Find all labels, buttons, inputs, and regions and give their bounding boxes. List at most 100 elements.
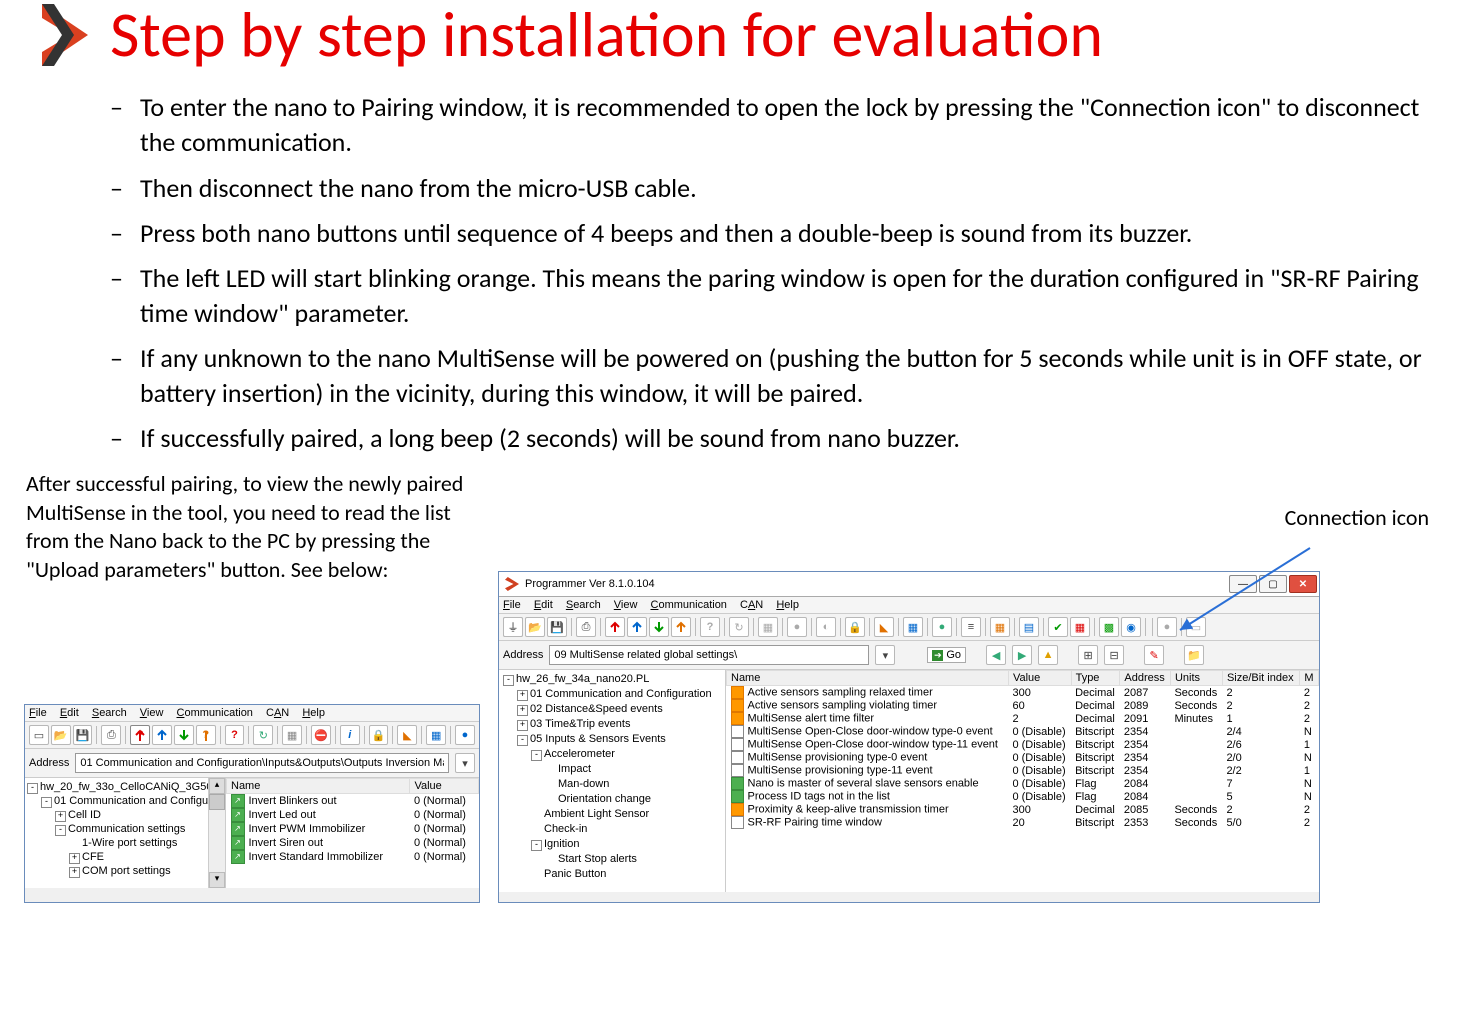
table-row[interactable]: Active sensors sampling relaxed timer300…: [727, 686, 1319, 700]
col-name[interactable]: Name: [227, 779, 410, 794]
toolbar-check-icon[interactable]: ✔: [1048, 617, 1068, 637]
go-button[interactable]: ➔ Go: [927, 647, 966, 663]
address-input[interactable]: [75, 753, 449, 773]
save-icon[interactable]: 💾: [547, 617, 567, 637]
table-row[interactable]: Process ID tags not in the list0 (Disabl…: [727, 790, 1319, 803]
scroll-up-icon[interactable]: ▴: [209, 778, 225, 794]
menu-can[interactable]: CAN: [266, 707, 289, 719]
col-size[interactable]: Size/Bit index: [1222, 671, 1299, 686]
nav-back-icon[interactable]: ◀: [986, 645, 1006, 665]
table-row[interactable]: ↗Invert Siren out0 (Normal): [227, 836, 479, 850]
menu-can[interactable]: CAN: [740, 599, 763, 611]
toolbar-icon[interactable]: ●: [932, 617, 952, 637]
table-row[interactable]: Active sensors sampling violating timer6…: [727, 699, 1319, 712]
col-type[interactable]: Type: [1071, 671, 1120, 686]
address-dropdown-icon[interactable]: ▾: [455, 753, 475, 773]
tree-node[interactable]: -Accelerometer: [503, 747, 721, 762]
tree-node[interactable]: Man-down: [503, 777, 721, 792]
help-icon[interactable]: ?: [225, 725, 245, 745]
col-value[interactable]: Value: [410, 779, 479, 794]
toolbar-icon[interactable]: ▤: [1019, 617, 1039, 637]
col-value[interactable]: Value: [1008, 671, 1071, 686]
table-row[interactable]: Nano is master of several slave sensors …: [727, 777, 1319, 790]
tree-node[interactable]: Check-in: [503, 822, 721, 837]
toolbar-icon[interactable]: ▦: [990, 617, 1010, 637]
menu-view[interactable]: View: [140, 707, 164, 719]
tree-node[interactable]: Impact: [503, 762, 721, 777]
tree-panel[interactable]: -hw_26_fw_34a_nano20.PL+01 Communication…: [499, 670, 726, 892]
folder-icon[interactable]: 📁: [1184, 645, 1204, 665]
toolbar-icon[interactable]: ⛔: [311, 725, 331, 745]
col-address[interactable]: Address: [1120, 671, 1171, 686]
menu-help[interactable]: Help: [302, 707, 325, 719]
tree-node[interactable]: -Communication settings: [27, 822, 223, 836]
menubar[interactable]: File Edit Search View Communication CAN …: [499, 597, 1319, 614]
download-green-icon[interactable]: [649, 617, 669, 637]
download-green-icon[interactable]: [174, 725, 194, 745]
tree-node[interactable]: +03 Time&Trip events: [503, 717, 721, 732]
toolbar-icon[interactable]: ◐: [816, 617, 836, 637]
close-button[interactable]: ✕: [1289, 575, 1317, 593]
print-icon[interactable]: ⎙: [576, 617, 596, 637]
tool-icon[interactable]: ✎: [1144, 645, 1164, 665]
upload-blue-icon[interactable]: [627, 617, 647, 637]
tree-node[interactable]: 1-Wire port settings: [27, 836, 223, 850]
open-icon[interactable]: 📂: [51, 725, 71, 745]
tree-node[interactable]: +Cell ID: [27, 808, 223, 822]
refresh-icon[interactable]: ↻: [253, 725, 273, 745]
open-icon[interactable]: 📂: [525, 617, 545, 637]
toolbar-icon[interactable]: ▭: [1186, 617, 1206, 637]
help-icon[interactable]: ?: [700, 617, 720, 637]
menu-comm[interactable]: Communication: [177, 707, 253, 719]
table-row[interactable]: MultiSense provisioning type-11 event0 (…: [727, 764, 1319, 777]
titlebar[interactable]: Programmer Ver 8.1.0.104 — ▢ ✕: [499, 572, 1319, 597]
toolbar-icon[interactable]: ▦: [903, 617, 923, 637]
lock-icon[interactable]: 🔒: [845, 617, 865, 637]
toolbar-icon[interactable]: ◣: [397, 725, 417, 745]
table-row[interactable]: MultiSense alert time filter2Decimal2091…: [727, 712, 1319, 725]
toolbar-icon[interactable]: ●: [787, 617, 807, 637]
minimize-button[interactable]: —: [1229, 575, 1257, 593]
tree-node[interactable]: +01 Communication and Configuration: [503, 687, 721, 702]
menu-help[interactable]: Help: [776, 599, 799, 611]
table-row[interactable]: SR-RF Pairing time window20Bitscript2353…: [727, 816, 1319, 829]
view-icon[interactable]: ⊞: [1078, 645, 1098, 665]
upload-orange-icon[interactable]: [671, 617, 691, 637]
connection-icon[interactable]: ⏚: [503, 617, 523, 637]
tree-node[interactable]: Panic Button: [503, 867, 721, 882]
scroll-down-icon[interactable]: ▾: [209, 872, 225, 888]
menu-comm[interactable]: Communication: [651, 599, 727, 611]
tree-node[interactable]: +02 Distance&Speed events: [503, 702, 721, 717]
toolbar-icon[interactable]: ●: [455, 725, 475, 745]
table-row[interactable]: ↗Invert PWM Immobilizer0 (Normal): [227, 822, 479, 836]
tree-scrollbar[interactable]: ▴ ▾: [208, 778, 225, 888]
col-units[interactable]: Units: [1170, 671, 1222, 686]
upload-parameters-red-icon[interactable]: ?: [130, 725, 150, 745]
tree-node[interactable]: -Ignition: [503, 837, 721, 852]
table-row[interactable]: MultiSense Open-Close door-window type-1…: [727, 738, 1319, 751]
list-icon[interactable]: ≡: [961, 617, 981, 637]
menubar[interactable]: File Edit Search View Communication CAN …: [25, 704, 479, 722]
view-icon[interactable]: ⊟: [1104, 645, 1124, 665]
toolbar-icon[interactable]: ◣: [874, 617, 894, 637]
col-name[interactable]: Name: [727, 671, 1009, 686]
toolbar-icon[interactable]: ▦: [282, 725, 302, 745]
table-row[interactable]: MultiSense Open-Close door-window type-0…: [727, 725, 1319, 738]
table-row[interactable]: MultiSense provisioning type-0 event0 (D…: [727, 751, 1319, 764]
tree-node[interactable]: Orientation change: [503, 792, 721, 807]
tree-panel[interactable]: -hw_20_fw_33o_CelloCANiQ_3G50_\-01 Commu…: [25, 778, 226, 888]
tree-node[interactable]: Start Stop alerts: [503, 852, 721, 867]
nav-up-icon[interactable]: ▲: [1038, 645, 1058, 665]
upload-blue-icon[interactable]: [152, 725, 172, 745]
tree-node[interactable]: -hw_26_fw_34a_nano20.PL: [503, 672, 721, 687]
table-row[interactable]: ↗Invert Standard Immobilizer0 (Normal): [227, 850, 479, 864]
tree-node[interactable]: +CFE: [27, 850, 223, 864]
toolbar-icon[interactable]: ●: [1157, 617, 1177, 637]
menu-file[interactable]: File: [29, 707, 47, 719]
menu-search[interactable]: Search: [566, 599, 601, 611]
refresh-icon[interactable]: ↻: [729, 617, 749, 637]
print-icon[interactable]: ⎙: [101, 725, 121, 745]
scroll-thumb[interactable]: [209, 794, 225, 810]
menu-edit[interactable]: Edit: [534, 599, 553, 611]
col-m[interactable]: M: [1300, 671, 1319, 686]
